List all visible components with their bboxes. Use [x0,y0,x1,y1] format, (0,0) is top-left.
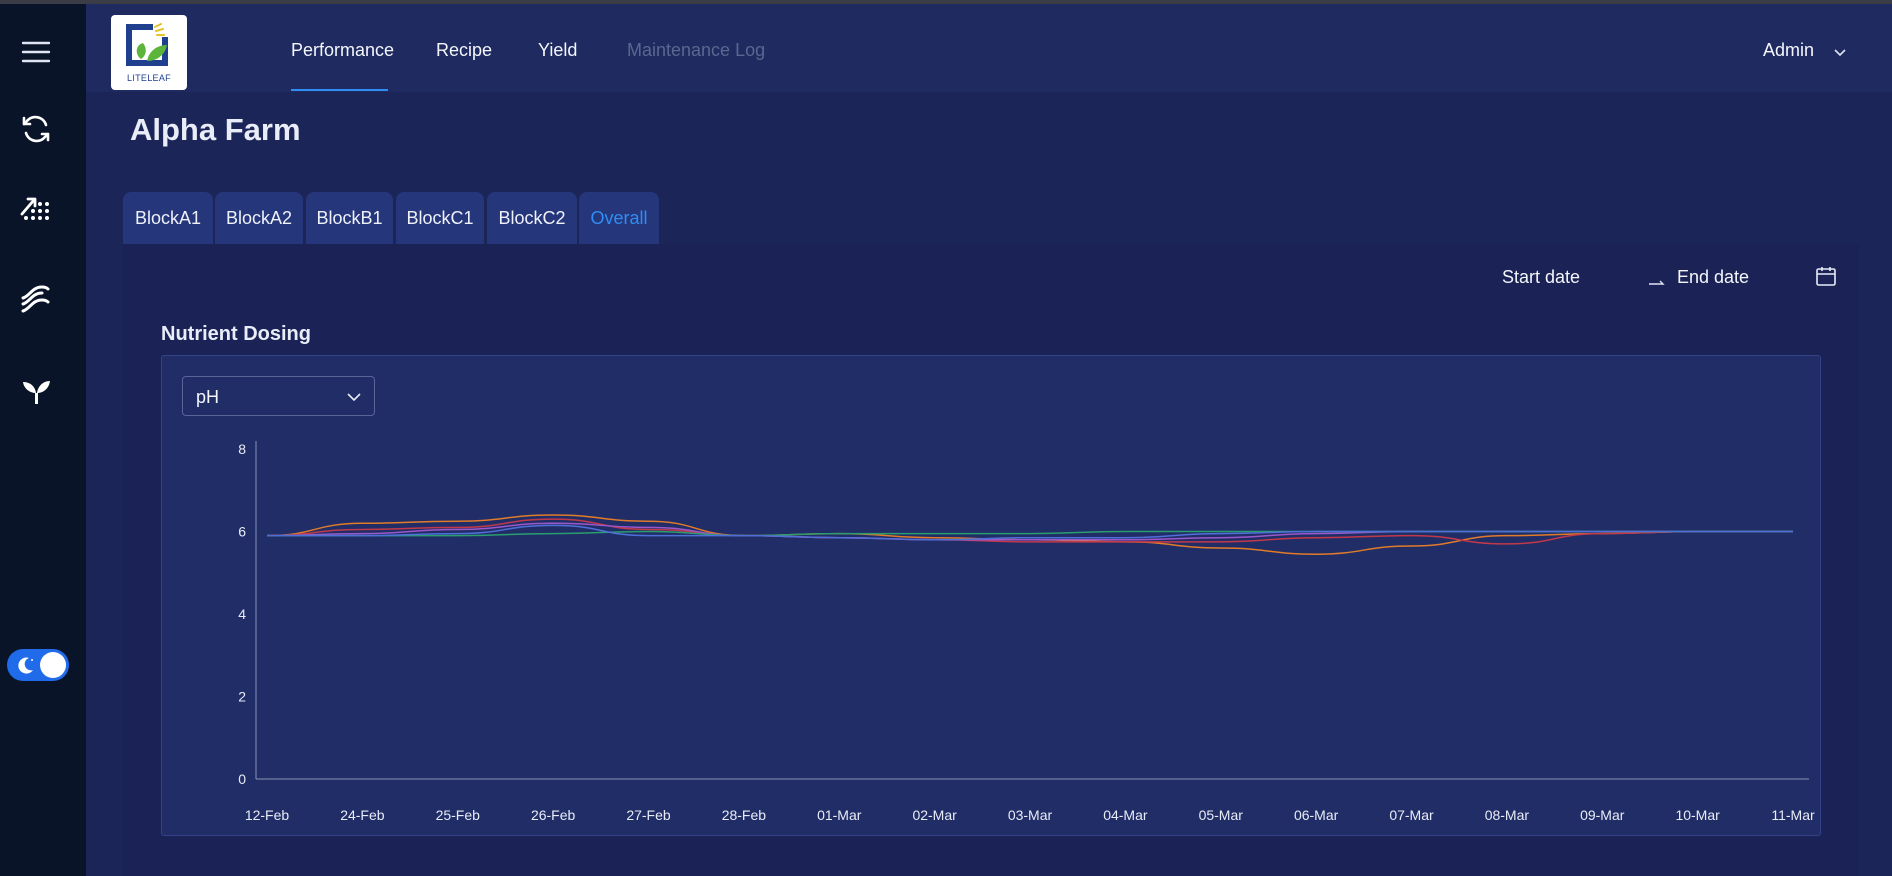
x-tick-label: 03-Mar [1008,807,1053,823]
tab-blockc2[interactable]: BlockC2 [487,192,577,244]
menu-icon[interactable] [14,30,58,74]
y-tick-label: 4 [238,606,246,622]
user-menu[interactable]: Admin [1763,40,1814,61]
x-tick-label: 11-Mar [1771,807,1815,823]
tab-blocka1[interactable]: BlockA1 [123,192,213,244]
nav-maintenance-log[interactable]: Maintenance Log [627,40,765,61]
x-tick-label: 10-Mar [1675,807,1720,823]
x-tick-label: 28-Feb [722,807,767,823]
ph-line-chart: 0 2 4 6 8 12-Feb 24-Feb 25-Feb 26-Feb 27-Feb 28-Fe… [238,441,1815,823]
x-tick-label: 27-Feb [626,807,671,823]
x-tick-label: 12-Feb [245,807,290,823]
nav-yield[interactable]: Yield [538,40,577,61]
theme-toggle[interactable] [7,649,69,681]
toggle-knob [40,652,66,678]
x-tick-label: 09-Mar [1580,807,1625,823]
wave-icon[interactable] [14,277,58,321]
logo-mark-icon [126,23,173,66]
section-title: Nutrient Dosing [161,323,311,345]
sprout-icon[interactable] [14,369,58,413]
x-tick-label: 08-Mar [1485,807,1530,823]
y-tick-label: 8 [238,441,246,457]
x-tick-label: 25-Feb [436,807,481,823]
x-tick-label: 06-Mar [1294,807,1339,823]
nav-performance[interactable]: Performance [291,40,394,61]
tab-blocka2[interactable]: BlockA2 [215,192,303,244]
x-tick-label: 02-Mar [912,807,957,823]
tab-overall[interactable]: Overall [579,192,659,244]
refresh-icon[interactable] [14,107,58,151]
active-nav-indicator [291,89,388,91]
x-tick-label: 24-Feb [340,807,385,823]
sidebar [0,4,86,876]
tab-blockb1[interactable]: BlockB1 [306,192,393,244]
top-navbar: LITELEAF Performance Recipe Yield Mainte… [86,4,1892,92]
logo-text: LITELEAF [127,73,171,83]
nav-recipe[interactable]: Recipe [436,40,492,61]
tab-blockc1[interactable]: BlockC1 [396,192,484,244]
y-tick-label: 2 [238,689,246,705]
page-title: Alpha Farm [130,112,301,147]
liteleaf-logo[interactable]: LITELEAF [111,15,187,90]
x-tick-label: 04-Mar [1103,807,1148,823]
x-tick-label: 05-Mar [1199,807,1244,823]
x-tick-label: 07-Mar [1389,807,1434,823]
growth-chart-icon[interactable] [14,186,58,230]
x-tick-label: 26-Feb [531,807,576,823]
end-date-input[interactable]: End date [1677,267,1749,288]
calendar-icon[interactable] [1815,265,1837,287]
start-date-input[interactable]: Start date [1502,267,1580,288]
moon-icon [18,657,33,674]
x-tick-label: 01-Mar [817,807,862,823]
y-tick-label: 0 [238,771,246,787]
date-range-arrow-icon [1649,280,1665,285]
chevron-down-icon[interactable] [1832,44,1848,60]
y-tick-label: 6 [238,524,246,540]
